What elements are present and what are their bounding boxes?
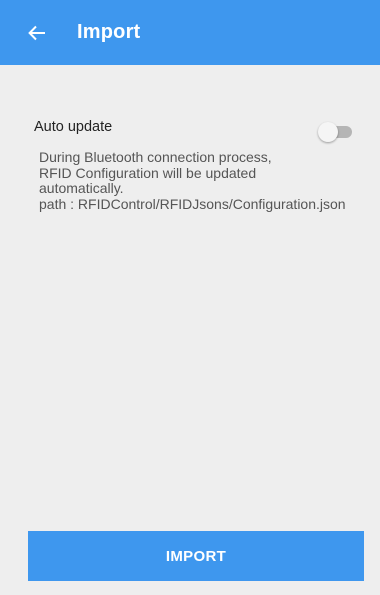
back-button[interactable]	[22, 18, 52, 48]
auto-update-toggle[interactable]	[318, 122, 354, 142]
description-line: RFID Configuration will be updated	[39, 164, 257, 181]
description-line: During Bluetooth connection process,	[39, 149, 272, 165]
arrow-back-icon	[28, 25, 45, 40]
description-line: automatically.	[39, 180, 124, 196]
app-bar: Import	[0, 0, 380, 65]
page-title: Import	[77, 21, 141, 43]
toggle-thumb	[318, 122, 338, 142]
config-path: path : RFIDControl/RFIDJsons/Configurati…	[39, 195, 346, 212]
import-button[interactable]: IMPORT	[28, 531, 364, 581]
auto-update-label: Auto update	[34, 119, 113, 135]
auto-update-description: During Bluetooth connection process, RFI…	[39, 149, 369, 212]
import-screen: Import Auto update During Bluetooth conn…	[0, 0, 380, 595]
